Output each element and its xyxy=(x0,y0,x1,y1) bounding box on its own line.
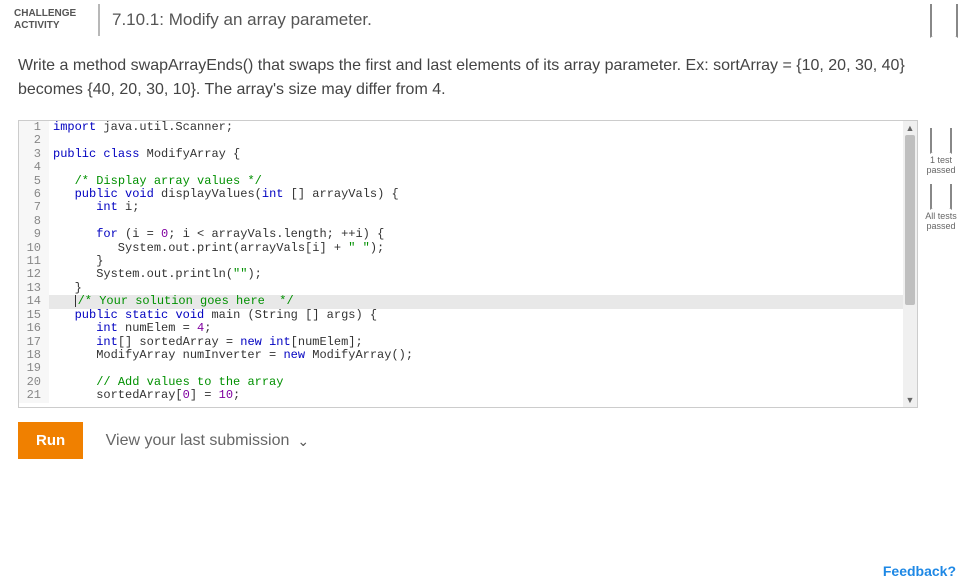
code-content[interactable]: for (i = 0; i < arrayVals.length; ++i) { xyxy=(49,228,384,241)
code-line[interactable]: 18 ModifyArray numInverter = new ModifyA… xyxy=(19,349,917,362)
header-divider xyxy=(98,4,100,36)
activity-description: Write a method swapArrayEnds() that swap… xyxy=(0,40,964,120)
line-number: 3 xyxy=(19,148,49,161)
line-number: 19 xyxy=(19,362,49,375)
activity-title: 7.10.1: Modify an array parameter. xyxy=(112,10,372,30)
code-content[interactable] xyxy=(49,215,53,228)
code-line[interactable]: 2 xyxy=(19,134,917,147)
line-number: 8 xyxy=(19,215,49,228)
code-line[interactable]: 10 System.out.print(arrayVals[i] + " "); xyxy=(19,242,917,255)
challenge-activity-label: CHALLENGE ACTIVITY xyxy=(14,8,86,32)
line-number: 6 xyxy=(19,188,49,201)
code-line[interactable]: 7 int i; xyxy=(19,201,917,214)
line-number: 10 xyxy=(19,242,49,255)
code-content[interactable]: int numElem = 4; xyxy=(49,322,211,335)
scroll-thumb[interactable] xyxy=(905,135,915,305)
code-line[interactable]: 20 // Add values to the array xyxy=(19,376,917,389)
code-content[interactable] xyxy=(49,161,53,174)
bookmark-icon[interactable] xyxy=(930,4,958,38)
code-content[interactable]: // Add values to the array xyxy=(49,376,283,389)
header: CHALLENGE ACTIVITY 7.10.1: Modify an arr… xyxy=(0,0,964,40)
code-content[interactable]: } xyxy=(49,255,103,268)
code-line[interactable]: 3public class ModifyArray { xyxy=(19,148,917,161)
line-number: 16 xyxy=(19,322,49,335)
line-number: 1 xyxy=(19,121,49,134)
code-line[interactable]: 8 xyxy=(19,215,917,228)
line-number: 12 xyxy=(19,268,49,281)
scroll-up-icon[interactable]: ▲ xyxy=(903,121,917,135)
line-number: 9 xyxy=(19,228,49,241)
status-text: passed xyxy=(924,222,958,232)
all-tests-passed-badge: All tests passed xyxy=(924,184,958,232)
last-submission-label: View your last submission xyxy=(106,432,290,450)
code-content[interactable]: public static void main (String [] args)… xyxy=(49,309,377,322)
code-line[interactable]: 6 public void displayValues(int [] array… xyxy=(19,188,917,201)
line-number: 21 xyxy=(19,389,49,402)
code-editor[interactable]: 1import java.util.Scanner;23public class… xyxy=(18,120,918,408)
code-content[interactable] xyxy=(49,362,53,375)
code-content[interactable]: import java.util.Scanner; xyxy=(49,121,233,134)
code-line[interactable]: 19 xyxy=(19,362,917,375)
code-line[interactable]: 17 int[] sortedArray = new int[numElem]; xyxy=(19,336,917,349)
scrollbar[interactable]: ▲ ▼ xyxy=(903,121,917,407)
code-content[interactable]: System.out.println(""); xyxy=(49,268,262,281)
line-number: 5 xyxy=(19,175,49,188)
run-button[interactable]: Run xyxy=(18,422,83,459)
code-line[interactable]: 4 xyxy=(19,161,917,174)
line-number: 11 xyxy=(19,255,49,268)
challenge-label-line1: CHALLENGE xyxy=(14,8,86,20)
line-number: 7 xyxy=(19,201,49,214)
code-line[interactable]: 1import java.util.Scanner; xyxy=(19,121,917,134)
scroll-down-icon[interactable]: ▼ xyxy=(903,393,917,407)
code-content[interactable]: } xyxy=(49,282,82,295)
line-number: 14 xyxy=(19,295,49,309)
code-line[interactable]: 16 int numElem = 4; xyxy=(19,322,917,335)
line-number: 13 xyxy=(19,282,49,295)
code-content[interactable]: ModifyArray numInverter = new ModifyArra… xyxy=(49,349,413,362)
line-number: 2 xyxy=(19,134,49,147)
feedback-link[interactable]: Feedback? xyxy=(883,563,956,579)
code-content[interactable]: /* Your solution goes here */ xyxy=(49,295,294,309)
code-line[interactable]: 5 /* Display array values */ xyxy=(19,175,917,188)
code-content[interactable] xyxy=(49,134,53,147)
code-content[interactable]: public class ModifyArray { xyxy=(49,148,240,161)
badge-icon xyxy=(930,184,952,210)
challenge-label-line2: ACTIVITY xyxy=(14,20,86,32)
code-line[interactable]: 12 System.out.println(""); xyxy=(19,268,917,281)
code-content[interactable]: int i; xyxy=(49,201,139,214)
code-line[interactable]: 11 } xyxy=(19,255,917,268)
code-line[interactable]: 21 sortedArray[0] = 10; xyxy=(19,389,917,402)
line-number: 20 xyxy=(19,376,49,389)
view-last-submission-link[interactable]: View your last submission ⌄ xyxy=(106,432,310,450)
line-number: 17 xyxy=(19,336,49,349)
code-content[interactable]: int[] sortedArray = new int[numElem]; xyxy=(49,336,363,349)
code-line[interactable]: 9 for (i = 0; i < arrayVals.length; ++i)… xyxy=(19,228,917,241)
code-line[interactable]: 15 public static void main (String [] ar… xyxy=(19,309,917,322)
code-content[interactable]: System.out.print(arrayVals[i] + " "); xyxy=(49,242,384,255)
code-line[interactable]: 14 /* Your solution goes here */ xyxy=(19,295,917,309)
code-content[interactable]: /* Display array values */ xyxy=(49,175,262,188)
line-number: 15 xyxy=(19,309,49,322)
code-content[interactable]: public void displayValues(int [] arrayVa… xyxy=(49,188,399,201)
line-number: 4 xyxy=(19,161,49,174)
line-number: 18 xyxy=(19,349,49,362)
test-status-panel: 1 test passed All tests passed xyxy=(918,120,958,408)
chevron-down-icon: ⌄ xyxy=(297,433,309,450)
one-test-passed-badge: 1 test passed xyxy=(924,128,958,176)
status-text: passed xyxy=(924,166,958,176)
code-line[interactable]: 13 } xyxy=(19,282,917,295)
code-content[interactable]: sortedArray[0] = 10; xyxy=(49,389,240,402)
badge-icon xyxy=(930,128,952,154)
